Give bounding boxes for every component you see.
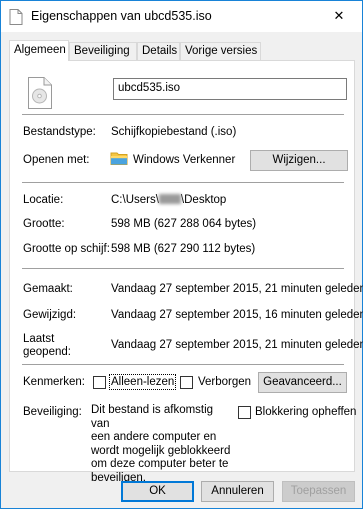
location-label: Locatie: xyxy=(23,194,64,206)
size-label: Grootte: xyxy=(23,218,65,230)
tab-label: Beveiliging xyxy=(74,45,130,57)
button-label: Toepassen xyxy=(290,485,347,497)
location-suffix: \Desktop xyxy=(180,194,227,206)
size-on-disk-value: 598 MB (627 290 112 bytes) xyxy=(111,243,256,255)
security-label: Beveiliging: xyxy=(23,406,82,418)
security-description: Dit bestand is afkomstig van een andere … xyxy=(91,404,231,485)
button-label: Geavanceerd... xyxy=(263,376,342,388)
unblock-checkbox[interactable] xyxy=(238,406,251,419)
divider xyxy=(22,114,344,115)
filetype-label: Bestandstype: xyxy=(23,126,96,138)
created-label: Gemaakt: xyxy=(23,283,73,295)
tab-vorige-versies[interactable]: Vorige versies xyxy=(180,42,261,60)
divider xyxy=(22,364,344,365)
accessed-value: Vandaag 27 september 2015, 21 minuten ge… xyxy=(111,339,363,351)
tab-label: Vorige versies xyxy=(185,45,258,57)
size-on-disk-label: Grootte op schijf: xyxy=(23,243,110,255)
security-line: een andere computer en xyxy=(91,431,217,443)
divider xyxy=(22,182,344,183)
accessed-label-line2: geopend: xyxy=(23,346,71,358)
filename-value: ubcd535.iso xyxy=(118,82,181,94)
properties-dialog: Eigenschappen van ubcd535.iso ✕ Algemeen… xyxy=(0,0,363,509)
tab-label: Details xyxy=(142,45,178,57)
tab-algemeen[interactable]: Algemeen xyxy=(9,40,69,61)
opens-with-value: Windows Verkenner xyxy=(133,154,236,166)
folder-icon xyxy=(110,150,128,169)
readonly-checkbox[interactable] xyxy=(93,376,106,389)
unblock-label[interactable]: Blokkering opheffen xyxy=(255,406,356,418)
modified-label: Gewijzigd: xyxy=(23,309,77,321)
hidden-checkbox[interactable] xyxy=(180,376,193,389)
location-value: C:\Users\ \Desktop xyxy=(111,194,226,206)
tab-beveiliging[interactable]: Beveiliging xyxy=(69,42,137,60)
close-icon: ✕ xyxy=(333,8,345,23)
tab-label: Algemeen xyxy=(14,44,66,56)
hidden-label[interactable]: Verborgen xyxy=(198,376,251,388)
created-value: Vandaag 27 september 2015, 21 minuten ge… xyxy=(111,283,363,295)
window-title: Eigenschappen van ubcd535.iso xyxy=(31,9,212,23)
document-icon xyxy=(9,9,23,25)
button-label: Wijzigen... xyxy=(272,154,326,166)
modified-value: Vandaag 27 september 2015, 16 minuten ge… xyxy=(111,309,363,321)
advanced-button[interactable]: Geavanceerd... xyxy=(258,372,347,393)
security-line: Dit bestand is afkomstig van xyxy=(91,404,214,430)
divider xyxy=(22,268,344,269)
size-value: 598 MB (627 288 064 bytes) xyxy=(111,218,257,230)
ok-button[interactable]: OK xyxy=(121,481,194,502)
title-bar: Eigenschappen van ubcd535.iso ✕ xyxy=(1,1,362,32)
button-label: OK xyxy=(149,485,166,497)
security-line: om deze computer beter te xyxy=(91,458,229,470)
cancel-button[interactable]: Annuleren xyxy=(201,481,274,502)
close-button[interactable]: ✕ xyxy=(316,1,362,31)
change-button[interactable]: Wijzigen... xyxy=(250,150,348,171)
filetype-value: Schijfkopiebestand (.iso) xyxy=(111,126,237,138)
location-prefix: C:\Users\ xyxy=(111,194,159,206)
readonly-label[interactable]: Alleen-lezen xyxy=(108,374,177,390)
accessed-label-line1: Laatst xyxy=(23,333,55,345)
button-label: Annuleren xyxy=(211,485,264,497)
general-panel: ubcd535.iso Bestandstype: Schijfkopiebes… xyxy=(9,60,363,484)
filename-input[interactable]: ubcd535.iso xyxy=(113,78,347,100)
disc-image-file-icon xyxy=(27,77,53,112)
redacted-username xyxy=(158,194,181,204)
tab-details[interactable]: Details xyxy=(137,42,180,60)
security-line: wordt mogelijk geblokkeerd xyxy=(91,444,231,457)
opens-with-label: Openen met: xyxy=(23,154,90,166)
attributes-label: Kenmerken: xyxy=(23,376,86,388)
apply-button[interactable]: Toepassen xyxy=(282,481,355,502)
